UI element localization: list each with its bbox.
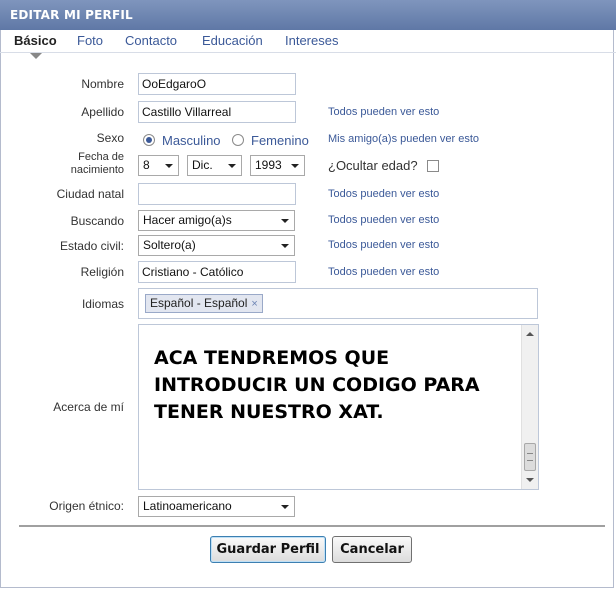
textarea-scrollbar[interactable] <box>521 325 538 489</box>
origen-select[interactable]: Latinoamericano <box>138 496 295 517</box>
scrollbar-thumb[interactable] <box>524 443 536 471</box>
idiomas-label: Idiomas <box>81 297 124 311</box>
apellido-privacy-link[interactable]: Todos pueden ver esto <box>328 106 439 118</box>
language-token: Español - Español × <box>145 294 263 313</box>
chevron-down-icon <box>291 164 299 168</box>
estado-civil-value: Soltero(a) <box>143 238 196 252</box>
chevron-down-icon <box>281 244 289 248</box>
acerca-textarea[interactable]: ACA TENDREMOS QUE INTRODUCIR UN CODIGO P… <box>138 324 539 490</box>
sexo-privacy-link[interactable]: Mis amigo(a)s pueden ver esto <box>328 133 479 145</box>
buscando-value: Hacer amigo(a)s <box>143 213 232 227</box>
chevron-down-icon <box>165 164 173 168</box>
tab-foto[interactable]: Foto <box>77 33 103 48</box>
scroll-down-icon[interactable] <box>526 478 534 482</box>
month-select[interactable]: Dic. <box>187 155 242 176</box>
femenino-label[interactable]: Femenino <box>251 133 309 148</box>
tab-intereses[interactable]: Intereses <box>285 33 338 48</box>
apellido-input[interactable]: Castillo Villarreal <box>138 101 296 123</box>
hide-age-label: ¿Ocultar edad? <box>328 158 418 173</box>
nombre-input[interactable]: OoEdgaroO <box>138 73 296 95</box>
year-value: 1993 <box>255 158 282 172</box>
chevron-down-icon <box>228 164 236 168</box>
ciudad-input[interactable] <box>138 183 296 205</box>
tab-basico[interactable]: Básico <box>14 33 57 48</box>
buscando-label: Buscando <box>70 214 124 228</box>
fecha-label-line1: Fecha de <box>78 151 124 163</box>
year-select[interactable]: 1993 <box>250 155 305 176</box>
buscando-select[interactable]: Hacer amigo(a)s <box>138 210 295 231</box>
religion-label: Religión <box>80 265 124 279</box>
active-tab-pointer-icon <box>30 53 42 59</box>
estado-civil-label: Estado civil: <box>59 239 124 253</box>
tab-contacto[interactable]: Contacto <box>125 33 177 48</box>
nombre-label: Nombre <box>81 77 124 91</box>
tab-bar: Básico Foto Contacto Educación Intereses <box>0 30 616 53</box>
origen-label: Origen étnico: <box>49 499 124 513</box>
origen-value: Latinoamericano <box>143 499 232 513</box>
sexo-label: Sexo <box>96 131 124 145</box>
save-button[interactable]: Guardar Perfil <box>210 536 326 563</box>
estado-civil-select[interactable]: Soltero(a) <box>138 235 295 256</box>
acerca-label: Acerca de mí <box>53 400 124 414</box>
language-token-label: Español - Español <box>150 296 248 310</box>
remove-token-icon[interactable]: × <box>251 298 257 310</box>
estado-civil-privacy-link[interactable]: Todos pueden ver esto <box>328 239 439 251</box>
masculino-radio[interactable] <box>143 134 155 146</box>
form-divider <box>19 525 605 527</box>
day-value: 8 <box>143 158 150 172</box>
ciudad-privacy-link[interactable]: Todos pueden ver esto <box>328 188 439 200</box>
idiomas-token-input[interactable]: Español - Español × <box>138 288 538 319</box>
page-title: EDITAR MI PERFIL <box>0 0 616 30</box>
masculino-label[interactable]: Masculino <box>162 133 221 148</box>
month-value: Dic. <box>192 158 213 172</box>
religion-privacy-link[interactable]: Todos pueden ver esto <box>328 266 439 278</box>
fecha-label: Fecha de nacimiento <box>71 151 124 177</box>
chevron-down-icon <box>281 219 289 223</box>
tab-educacion[interactable]: Educación <box>202 33 263 48</box>
acerca-text: ACA TENDREMOS QUE INTRODUCIR UN CODIGO P… <box>154 347 480 423</box>
cancel-button[interactable]: Cancelar <box>332 536 412 563</box>
fecha-label-line2: nacimiento <box>70 164 124 176</box>
chevron-down-icon <box>281 505 289 509</box>
buscando-privacy-link[interactable]: Todos pueden ver esto <box>328 214 439 226</box>
femenino-radio[interactable] <box>232 134 244 146</box>
religion-input[interactable]: Cristiano - Católico <box>138 261 296 283</box>
ciudad-label: Ciudad natal <box>56 187 124 201</box>
apellido-label: Apellido <box>81 105 124 119</box>
hide-age-checkbox[interactable] <box>427 160 439 172</box>
day-select[interactable]: 8 <box>138 155 179 176</box>
scroll-up-icon[interactable] <box>526 332 534 336</box>
